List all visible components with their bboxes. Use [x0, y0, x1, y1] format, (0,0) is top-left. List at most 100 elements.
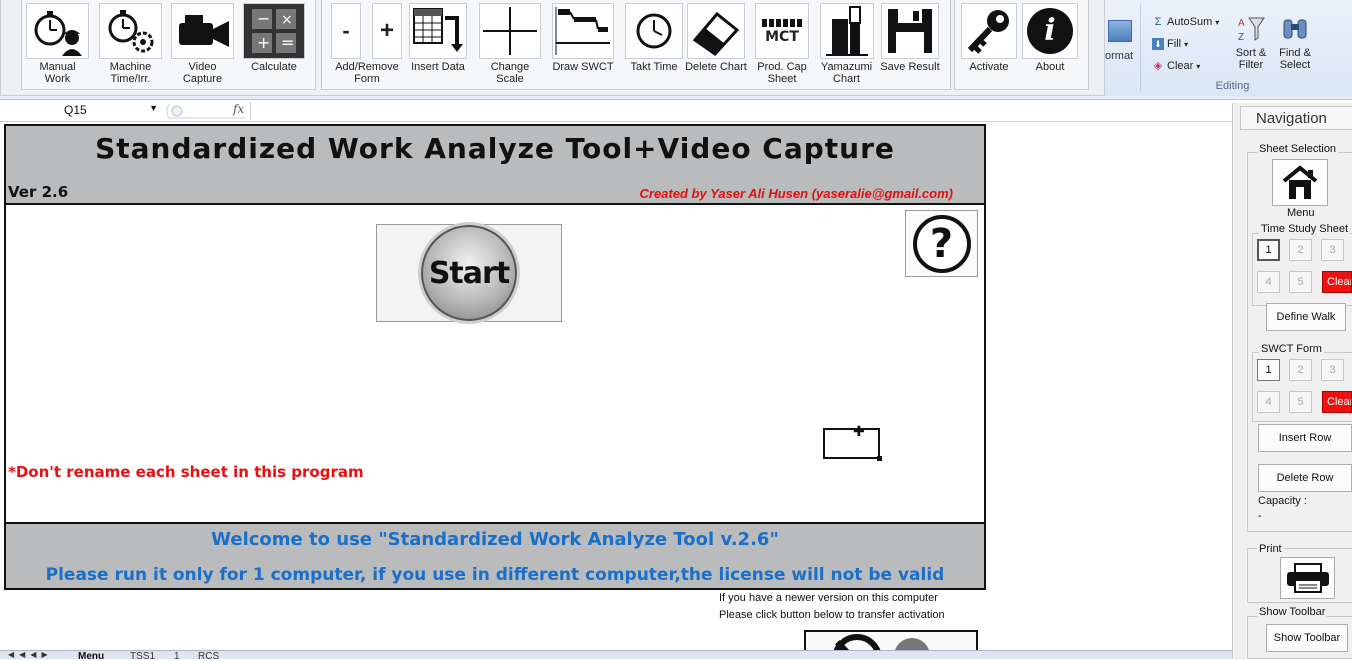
takt-time-label: Takt Time	[630, 61, 678, 73]
transfer-activation-note: Please click button below to transfer ac…	[719, 609, 945, 621]
chevron-down-icon: ▾	[1196, 61, 1201, 71]
name-box-value: Q15	[64, 103, 87, 117]
delete-chart-button[interactable]: Delete Chart	[685, 3, 747, 73]
sheet-tab-tss1[interactable]: TSS1	[130, 652, 155, 661]
start-icon: Start	[421, 225, 517, 321]
swct-button-3[interactable]: 3	[1321, 359, 1344, 381]
calculate-button[interactable]: − × + = Calculate	[243, 3, 305, 73]
chevron-down-icon: ▾	[1184, 39, 1189, 49]
swct-button-4[interactable]: 4	[1257, 391, 1280, 413]
tss-clear-button[interactable]: Clear	[1322, 271, 1352, 293]
swct-button-1[interactable]: 1	[1257, 359, 1280, 381]
machine-time-label: Machine Time/Irr.	[109, 61, 152, 85]
save-result-button[interactable]: Save Result	[879, 3, 941, 73]
svg-text:−: −	[257, 9, 270, 28]
svg-text:=: =	[281, 33, 294, 52]
swct-button-5[interactable]: 5	[1289, 391, 1312, 413]
welcome-message: Welcome to use "Standardized Work Analyz…	[211, 529, 779, 550]
fx-icon[interactable]: fx	[233, 102, 244, 116]
yamazumi-chart-button[interactable]: Yamazumi Chart	[819, 3, 874, 85]
menu-home-button[interactable]	[1272, 159, 1328, 206]
manual-work-label: Manual Work	[39, 61, 76, 85]
question-mark-icon: ?	[912, 214, 971, 273]
insert-row-button[interactable]: Insert Row	[1258, 424, 1352, 452]
add-remove-form-label: Add/Remove Form	[335, 61, 399, 85]
sheet-tabs-bar	[0, 650, 1232, 659]
stopwatch-worker-icon	[26, 3, 89, 59]
draw-swct-icon	[552, 3, 614, 59]
name-box[interactable]: Q15 ▼	[2, 102, 162, 120]
activate-button[interactable]: Activate	[961, 3, 1017, 73]
insert-data-button[interactable]: Insert Data	[409, 3, 467, 73]
tss-button-2[interactable]: 2	[1289, 239, 1312, 261]
format-icon[interactable]	[1108, 20, 1132, 42]
chevron-down-icon: ▾	[1215, 17, 1220, 27]
tss-button-5[interactable]: 5	[1289, 271, 1312, 293]
tss-button-3[interactable]: 3	[1321, 239, 1344, 261]
sort-filter-button[interactable]: A Z Sort & Filter	[1228, 14, 1274, 71]
home-icon	[1282, 164, 1318, 199]
show-toolbar-button[interactable]: Show Toolbar	[1266, 624, 1348, 652]
chevron-down-icon[interactable]: ▼	[149, 103, 158, 113]
video-capture-label: Video Capture	[182, 61, 223, 85]
draw-swct-label: Draw SWCT	[552, 61, 614, 73]
remove-form-button[interactable]: -	[331, 3, 361, 61]
print-button[interactable]	[1280, 557, 1335, 599]
version-label: Ver 2.6	[8, 183, 69, 201]
rename-warning: *Don't rename each sheet in this program	[8, 463, 364, 481]
tab-scroll-arrows[interactable]: ◀◀◀▶	[8, 650, 53, 659]
sheet-tab-menu[interactable]: Menu	[78, 652, 104, 661]
manual-work-button[interactable]: Manual Work	[26, 3, 89, 85]
floppy-disk-icon	[881, 3, 939, 59]
selected-cell-q15[interactable]	[823, 428, 882, 461]
define-walk-button[interactable]: Define Walk	[1266, 303, 1346, 331]
mct-icon-text: MCT	[765, 29, 799, 45]
clear-menu-button[interactable]: ◈ Clear ▾	[1152, 60, 1201, 72]
fill-down-icon: ⬇	[1152, 38, 1164, 50]
minus-icon: -	[331, 3, 361, 59]
time-study-sheet-label: Time Study Sheet	[1259, 223, 1351, 235]
find-select-button[interactable]: Find & Select	[1272, 14, 1318, 71]
about-button[interactable]: i About	[1022, 3, 1078, 73]
video-camera-icon	[171, 3, 234, 59]
fill-label: Fill	[1167, 38, 1182, 50]
cursor-cross-icon: ✚	[853, 423, 865, 439]
change-scale-label: Change Scale	[490, 61, 530, 85]
takt-time-button[interactable]: Takt Time	[625, 3, 683, 73]
fill-button[interactable]: ⬇ Fill ▾	[1152, 38, 1188, 50]
swct-button-2[interactable]: 2	[1289, 359, 1312, 381]
show-toolbar-group-label: Show Toolbar	[1257, 606, 1328, 618]
video-capture-button[interactable]: Video Capture	[171, 3, 234, 85]
sigma-icon: Σ	[1154, 16, 1162, 28]
find-select-label: Find & Select	[1279, 47, 1311, 71]
swct-form-label: SWCT Form	[1259, 343, 1324, 355]
add-form-button[interactable]: +	[372, 3, 402, 61]
navigation-title: Navigation	[1240, 106, 1352, 130]
insert-data-label: Insert Data	[411, 61, 465, 73]
delete-row-button[interactable]: Delete Row	[1258, 464, 1352, 492]
start-button[interactable]: Start	[376, 224, 562, 322]
autosum-button[interactable]: Σ AutoSum ▾	[1152, 16, 1220, 28]
formula-input[interactable]	[250, 102, 1230, 120]
calculate-label: Calculate	[251, 61, 297, 73]
mct-icon: MCT	[755, 3, 809, 59]
prod-cap-sheet-button[interactable]: MCT Prod. Cap Sheet	[753, 3, 811, 85]
sheet-tab-1[interactable]: 1	[174, 652, 180, 661]
page-title: Standardized Work Analyze Tool+Video Cap…	[95, 132, 895, 165]
format-label[interactable]: ormat	[1105, 50, 1140, 62]
calculator-icon: − × + =	[243, 3, 305, 59]
help-button[interactable]: ?	[905, 210, 978, 277]
draw-swct-button[interactable]: Draw SWCT	[552, 3, 614, 73]
swct-clear-button[interactable]: Clear	[1322, 391, 1352, 413]
change-scale-button[interactable]: Change Scale	[477, 3, 543, 85]
sheet-tab-rcs[interactable]: RCS	[198, 652, 219, 661]
clock-icon	[625, 3, 683, 59]
swat-toolbar: Manual Work Machine Time/Irr. Video Capt…	[0, 0, 1105, 96]
tss-button-1[interactable]: 1	[1257, 239, 1280, 261]
clear-menu-label: Clear	[1167, 60, 1194, 72]
machine-time-button[interactable]: Machine Time/Irr.	[99, 3, 162, 85]
capacity-label: Capacity :	[1258, 495, 1307, 507]
about-label: About	[1035, 61, 1065, 73]
svg-text:A: A	[1238, 18, 1245, 29]
tss-button-4[interactable]: 4	[1257, 271, 1280, 293]
